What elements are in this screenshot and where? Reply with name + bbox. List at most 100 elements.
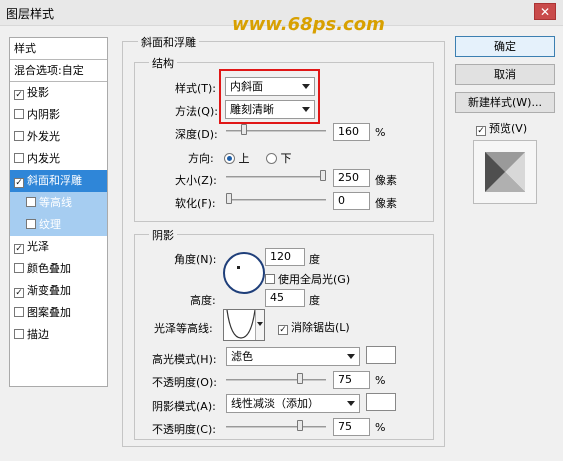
checkbox[interactable] (14, 109, 24, 119)
shadow-mode-value: 线性减淡（添加） (231, 397, 319, 410)
depth-slider[interactable] (226, 124, 326, 135)
slider-thumb[interactable] (241, 124, 248, 135)
checkbox[interactable] (26, 219, 36, 229)
shading-title: 阴影 (149, 227, 177, 243)
slider-track (226, 379, 326, 381)
list-item-satin[interactable]: ✓ 光泽 (10, 236, 107, 258)
slider-thumb[interactable] (226, 193, 232, 204)
angle-unit: 度 (309, 253, 320, 266)
list-item-pattern-overlay[interactable]: 图案叠加 (10, 302, 107, 324)
checkbox[interactable]: ✓ (14, 288, 24, 298)
soften-slider[interactable] (226, 193, 326, 204)
blend-options-item[interactable]: 混合选项:自定 (10, 60, 107, 82)
depth-input[interactable]: 160 (333, 123, 370, 141)
checkbox[interactable]: ✓ (14, 90, 24, 100)
list-item-gradient-overlay[interactable]: ✓ 渐变叠加 (10, 280, 107, 302)
slider-thumb[interactable] (296, 420, 303, 431)
direction-down-option[interactable]: 下 (266, 150, 292, 166)
list-item-label: 内阴影 (27, 108, 60, 121)
shadow-opacity-label: 不透明度(C): (152, 423, 216, 436)
direction-label: 方向: (188, 152, 214, 165)
checkbox[interactable] (14, 263, 24, 273)
list-item-texture[interactable]: 纹理 (10, 214, 107, 236)
depth-unit: % (375, 126, 386, 139)
checkbox[interactable]: ✓ (476, 126, 486, 136)
size-input[interactable]: 250 (333, 169, 370, 187)
list-item-inner-glow[interactable]: 内发光 (10, 148, 107, 170)
cancel-button[interactable]: 取消 (455, 64, 555, 85)
highlight-frame (219, 69, 320, 124)
angle-input[interactable]: 120 (265, 248, 305, 266)
slider-thumb[interactable] (320, 170, 326, 181)
ok-button[interactable]: 确定 (455, 36, 555, 57)
shadow-opacity-input[interactable]: 75 (333, 418, 370, 436)
slider-track (226, 199, 326, 201)
close-button[interactable]: ✕ (534, 3, 556, 20)
list-item-label: 光泽 (27, 240, 49, 253)
list-item-stroke[interactable]: 描边 (10, 324, 107, 346)
contour-dropdown[interactable] (255, 310, 264, 340)
preview-thumbnail (473, 140, 537, 204)
list-item-label: 渐变叠加 (27, 284, 71, 297)
checkbox[interactable]: ✓ (14, 244, 24, 254)
slider-track (226, 176, 326, 178)
radio-button[interactable] (224, 153, 235, 164)
style-label: 样式(T): (175, 82, 217, 95)
checkbox[interactable] (14, 329, 24, 339)
shadow-mode-select[interactable]: 线性减淡（添加） (226, 394, 360, 413)
list-item-contour[interactable]: 等高线 (10, 192, 107, 214)
list-item-bevel-emboss[interactable]: ✓ 斜面和浮雕 (10, 170, 107, 192)
list-item-label: 内发光 (27, 152, 60, 165)
altitude-unit: 度 (309, 294, 320, 307)
highlight-opacity-input[interactable]: 75 (333, 371, 370, 389)
list-item-color-overlay[interactable]: 颜色叠加 (10, 258, 107, 280)
checkbox[interactable] (14, 131, 24, 141)
soften-unit: 像素 (375, 197, 397, 210)
direction-up-option[interactable]: 上 (224, 150, 250, 166)
checkbox[interactable]: ✓ (278, 325, 288, 335)
list-item-label: 斜面和浮雕 (27, 174, 82, 187)
highlight-color-swatch[interactable] (366, 346, 396, 364)
soften-input[interactable]: 0 (333, 192, 370, 210)
contour-curve-icon (225, 310, 256, 340)
gloss-contour-label: 光泽等高线: (154, 322, 213, 335)
depth-label: 深度(D): (175, 128, 218, 141)
list-item-label: 纹理 (39, 218, 61, 231)
style-list-header[interactable]: 样式 (10, 38, 107, 60)
highlight-mode-select[interactable]: 滤色 (226, 347, 360, 366)
shadow-mode-label: 阴影模式(A): (152, 400, 216, 413)
shadow-opacity-slider[interactable] (226, 420, 326, 431)
structure-title: 结构 (149, 55, 177, 71)
checkbox[interactable] (14, 153, 24, 163)
antialias-label: 消除锯齿(L) (291, 321, 350, 334)
list-item-label: 描边 (27, 328, 49, 341)
checkbox[interactable] (14, 307, 24, 317)
size-unit: 像素 (375, 174, 397, 187)
list-item-label: 外发光 (27, 130, 60, 143)
shadow-color-swatch[interactable] (366, 393, 396, 411)
list-item-drop-shadow[interactable]: ✓ 投影 (10, 82, 107, 104)
list-item-inner-shadow[interactable]: 内阴影 (10, 104, 107, 126)
highlight-opacity-slider[interactable] (226, 373, 326, 384)
global-light-option[interactable]: 使用全局光(G) (265, 271, 350, 287)
highlight-mode-value: 滤色 (231, 350, 253, 363)
antialias-option[interactable]: ✓ 消除锯齿(L) (278, 319, 350, 335)
new-style-button[interactable]: 新建样式(W)... (455, 92, 555, 113)
checkbox[interactable] (265, 274, 275, 284)
checkbox[interactable] (26, 197, 36, 207)
preview-option[interactable]: ✓ 预览(V) (476, 120, 527, 136)
checkbox[interactable]: ✓ (14, 178, 24, 188)
gloss-contour-picker[interactable] (223, 309, 265, 341)
direction-down-label: 下 (280, 152, 292, 165)
angle-dial-marker (237, 266, 240, 269)
list-item-label: 图案叠加 (27, 306, 71, 319)
chevron-down-icon (347, 401, 355, 406)
preview-label: 预览(V) (489, 122, 528, 135)
angle-dial[interactable] (223, 252, 265, 294)
window-title: 图层样式 (6, 7, 55, 21)
list-item-outer-glow[interactable]: 外发光 (10, 126, 107, 148)
altitude-input[interactable]: 45 (265, 289, 305, 307)
size-slider[interactable] (226, 170, 326, 181)
radio-button[interactable] (266, 153, 277, 164)
slider-thumb[interactable] (296, 373, 303, 384)
